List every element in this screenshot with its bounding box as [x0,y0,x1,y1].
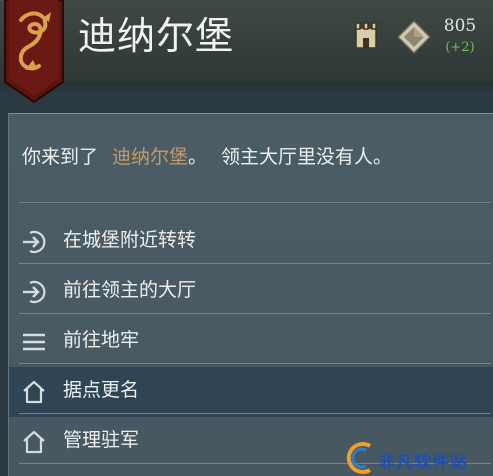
arrow-enter-icon [23,230,46,254]
menu-item-rename-settlement[interactable]: 据点更名 [9,367,493,417]
watermark: 非凡软件站 [340,440,490,475]
menu-item-lords-hall[interactable]: 前往领主的大厅 [9,267,493,317]
settlement-description: 你来到了 迪纳尔堡。 领主大厅里没有人。 [22,142,392,169]
menu-item-label: 据点更名 [63,379,140,401]
separator [19,202,491,203]
settlement-name-link: 迪纳尔堡 [112,146,189,168]
house-outline-icon [23,380,45,404]
dragon-banner-icon[interactable] [3,0,65,104]
gold-diamond-icon[interactable] [397,20,431,54]
house-outline-icon [23,430,45,454]
description-rest: 领主大厅里没有人。 [221,146,393,168]
menu-item-wander-castle[interactable]: 在城堡附近转转 [9,217,493,267]
top-bar: 迪纳尔堡 805 (+2) [0,0,493,104]
action-menu: 在城堡附近转转 前往领主的大厅 前往地牢 据点更名 管理驻军 [9,217,493,467]
description-prefix: 你来到了 [22,146,99,168]
menu-item-dungeon[interactable]: 前往地牢 [9,317,493,367]
gold-amount: 805 [443,16,477,36]
menu-item-label: 在城堡附近转转 [63,229,197,251]
settlement-title: 迪纳尔堡 [78,14,235,58]
hamburger-lines-icon [23,333,45,351]
menu-item-label: 前往领主的大厅 [63,279,197,301]
gold-delta: (+2) [445,40,475,55]
arrow-enter-icon [23,280,46,304]
menu-item-label: 管理驻军 [63,429,140,451]
watermark-logo-icon [346,442,372,474]
description-suffix: 。 [188,146,208,168]
castle-icon[interactable] [355,22,377,48]
watermark-text: 非凡软件站 [378,453,468,473]
settlement-menu-panel: 你来到了 迪纳尔堡。 领主大厅里没有人。 在城堡附近转转 前往领主的大厅 前往地牢 [8,113,493,476]
menu-item-label: 前往地牢 [63,329,140,351]
